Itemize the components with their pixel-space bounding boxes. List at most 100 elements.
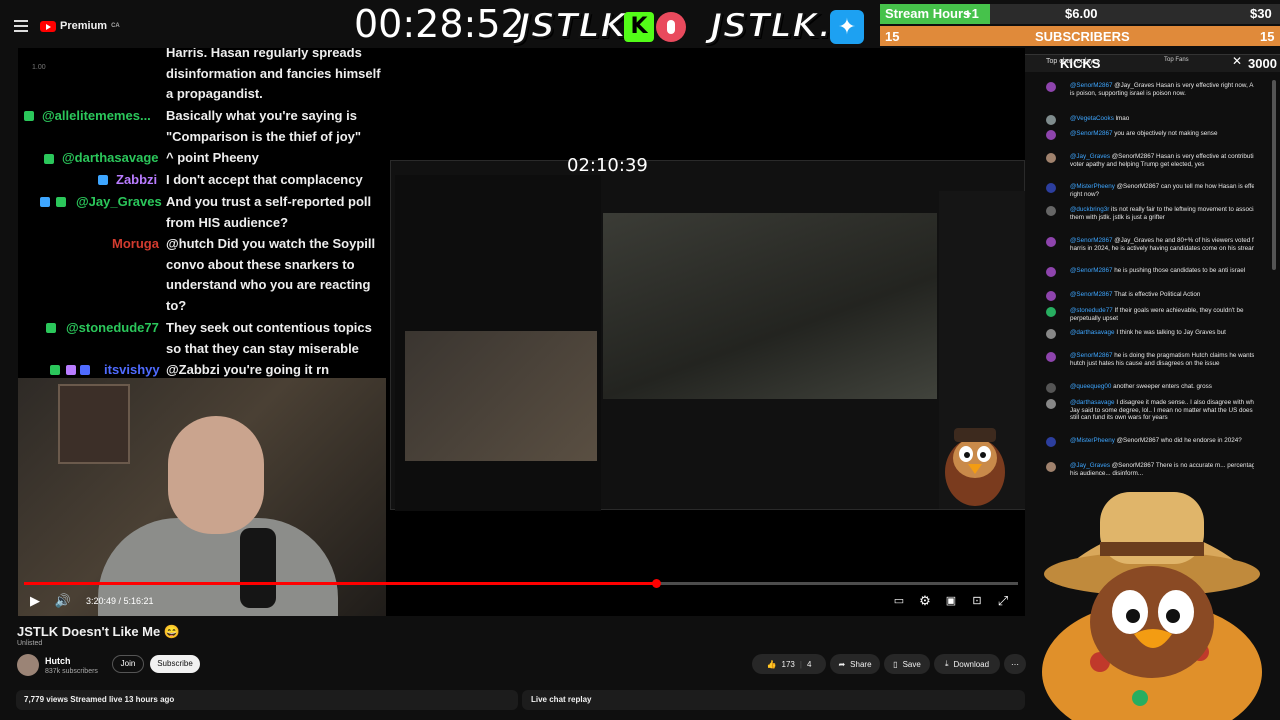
views-line: 7,779 views Streamed live 13 hours ago [24,695,175,704]
chat-text: you are objectively not making sense [1114,130,1218,137]
brand-logo-left: JSTLK [517,5,627,47]
progress-scrubber[interactable] [652,579,661,588]
chat-message: @darthasavage I disagree it made sense..… [1046,399,1254,422]
like-count[interactable]: 173 [782,660,795,669]
chat-message: @SenorM2867 he is pushing those candidat… [1046,267,1254,277]
chat-message: @MisterPheeny @SenorM2867 can you tell m… [1046,183,1254,198]
stream-timer: 00:28:52 [354,2,525,46]
live-chat-replay-label: Live chat replay [531,695,592,704]
subscribers-target: 15 [1260,29,1275,44]
chat-message: @Jay_Graves @SenorM2867 Hasan is very ef… [1046,153,1254,168]
chat-line: @Zabbzi you're going it rn [166,362,330,377]
youtube-logo[interactable]: Premium CA [40,20,120,32]
cast-icon[interactable]: ⊡ [968,592,986,610]
chat-text: I think he was talking to Jay Graves but [1116,329,1226,336]
like-dislike-group: 👍 173 | 4 [752,654,826,674]
chat-line: @hutch Did you watch the Soypill [166,236,376,251]
chat-line: disinformation and fancies himself [166,66,381,81]
chat-username: Moruga [112,236,159,251]
chat-username: @stonedude77 [66,320,159,335]
chat-line: They seek out contentious topics [166,320,372,335]
video-player[interactable]: 1.00 Harris. Hasan regularly spreads dis… [18,48,1025,616]
nested-timer: 02:10:39 [567,155,648,176]
chat-author: @darthasavage [1070,399,1115,406]
wall-poster [58,384,130,464]
subscribers-goal: 15 SUBSCRIBERS 15 [880,26,1280,46]
avatar [1046,82,1056,92]
avatar [1046,130,1056,140]
time-display: 3:20:49 / 5:16:21 [86,596,154,606]
chat-author: @Jay_Graves [1070,153,1110,160]
avatar [1046,267,1056,277]
avatar [1046,437,1056,447]
close-icon[interactable]: ✕ [1232,54,1242,68]
badge-icon [50,365,60,375]
chat-line: And you trust a self-reported poll [166,194,372,209]
avatar [1046,383,1056,393]
chat-line: convo about these snarkers to [166,257,355,272]
chat-message: @darthasavage I think he was talking to … [1046,329,1254,339]
live-chat-replay-bar[interactable] [522,690,1025,710]
menu-icon[interactable] [14,20,28,32]
avatar [1046,307,1056,317]
chat-author: @MisterPheeny [1070,183,1115,190]
subscriber-count: 837k subscribers [45,668,98,675]
dollars-current: $6.00 [1065,6,1098,21]
pill-divider: | [799,659,802,669]
share-label: Share [850,659,872,669]
subscribers-label: SUBSCRIBERS [1035,29,1130,44]
avatar [1046,237,1056,247]
download-label: Download [953,659,990,669]
dislike-count[interactable]: 4 [807,660,811,669]
chat-mode-selector[interactable]: Top chat replay ⌄ [1046,57,1101,65]
dollars-target: $30 [1250,6,1272,21]
chat-text: @SenorM2867 who did he endorse in 2024? [1116,437,1242,444]
badge-icon [80,365,90,375]
channel-avatar[interactable] [17,654,39,676]
kicks-target: 3000 [1248,56,1277,71]
chat-username: Zabbzi [116,172,158,187]
save-button[interactable]: ▯ Save [884,654,930,674]
chat-author: @queequeg00 [1070,383,1112,390]
join-button[interactable]: Join [112,655,144,673]
badge-icon [46,323,56,333]
more-icon[interactable]: ⋯ [1004,654,1026,674]
chat-message: @SenorM2867 @Jay_Graves Hasan is very ef… [1046,82,1254,97]
chat-author: @darthasavage [1070,329,1115,336]
stream-hours-increment: +1 [964,6,979,21]
subscribe-button[interactable]: Subscribe [150,655,200,673]
captions-icon[interactable]: ▭ [890,592,908,610]
chevron-down-icon: ⌄ [1095,58,1102,65]
chat-message: @stonedude77 If their goals were achieva… [1046,307,1254,322]
chat-username: @Jay_Graves [76,194,162,209]
chat-scrollbar[interactable] [1272,80,1276,270]
microphone [240,528,276,608]
avatar [1046,115,1056,125]
mascot-small [945,428,1005,506]
chat-author: @duckbring3r [1070,206,1110,213]
like-icon[interactable]: 👍 [767,660,777,669]
avatar [1046,352,1056,362]
chat-line: Harris. Hasan regularly spreads [166,48,362,60]
chat-username: itsvishyy [104,362,160,377]
download-button[interactable]: ⤓ Download [934,654,1000,674]
stream-hours-goal: Stream Hours +1 $6.00 $30 [880,4,1280,24]
stream-hours-label: Stream Hours [885,6,971,21]
miniplayer-icon[interactable]: ▣ [942,592,960,610]
nested-webcam [405,331,597,461]
chat-author: @VegetaCooks [1070,115,1114,122]
volume-icon[interactable]: 🔊 [54,592,72,610]
chat-author: @SenorM2867 [1070,82,1113,89]
mascot-large [1042,492,1262,720]
chat-username: @darthasavage [62,150,159,165]
share-button[interactable]: ➦ Share [830,654,880,674]
fullscreen-icon[interactable]: ⤢ [994,592,1012,610]
settings-icon[interactable]: ⚙ [916,592,934,610]
chat-message: @SenorM2867 he is doing the pragmatism H… [1046,352,1254,367]
chat-line: a propagandist. [166,86,263,101]
chat-text: another sweeper enters chat. gross [1113,383,1212,390]
channel-name[interactable]: Hutch [45,656,71,666]
top-fans-tab[interactable]: Top Fans [1164,57,1189,63]
play-icon[interactable]: ▶ [26,592,44,610]
twitter-icon: ✦ [830,10,864,44]
